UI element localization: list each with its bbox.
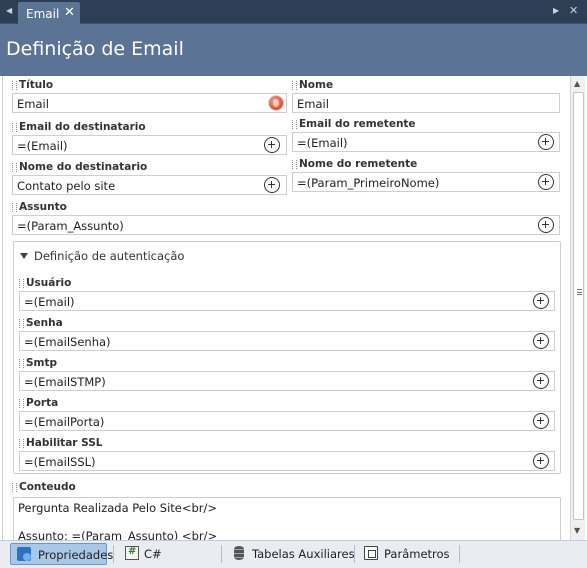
tab-separator <box>354 545 355 563</box>
nome-destinatario-value: Contato pelo site <box>17 179 116 193</box>
titulo-label: Título <box>11 79 53 91</box>
usuario-value: =(Email) <box>24 295 75 309</box>
tab-scroll-right-icon[interactable]: ▶ <box>553 6 559 15</box>
scrollbar-thumb[interactable] <box>573 92 584 520</box>
usuario-label: Usuário <box>18 277 71 289</box>
add-expression-icon[interactable] <box>533 413 549 429</box>
add-expression-icon[interactable] <box>264 137 280 153</box>
smtp-label: Smtp <box>18 357 57 369</box>
tab-separator <box>459 545 460 563</box>
database-icon <box>232 546 246 560</box>
tab-propriedades[interactable]: Propriedades <box>10 543 113 565</box>
scrollbar-grip-icon <box>577 289 582 295</box>
smtp-value: =(EmailSTMP) <box>24 375 106 389</box>
email-remetente-value: =(Email) <box>297 136 348 150</box>
tab-email-label: Email <box>26 7 60 21</box>
senha-label: Senha <box>18 317 63 329</box>
add-expression-icon[interactable] <box>264 177 280 193</box>
add-expression-icon[interactable] <box>538 217 554 233</box>
authentication-group-toggle[interactable]: Definição de autenticação <box>20 249 184 263</box>
close-window-icon[interactable]: ✕ <box>569 4 578 17</box>
page-header: Definição de Email <box>0 24 587 76</box>
bottom-tab-bar: Propriedades C# Tabelas Auxiliares Parâm… <box>0 540 587 568</box>
porta-value: =(EmailPorta) <box>24 415 105 429</box>
add-expression-icon[interactable] <box>538 134 554 150</box>
collapse-triangle-icon <box>20 253 28 259</box>
email-destinatario-field[interactable]: =(Email) <box>12 135 287 155</box>
assunto-value: =(Param_Assunto) <box>17 219 124 233</box>
nome-remetente-value: =(Param_PrimeiroNome) <box>297 176 440 190</box>
csharp-file-icon <box>125 546 139 560</box>
nome-remetente-field[interactable]: =(Param_PrimeiroNome) <box>292 172 560 192</box>
usuario-field[interactable]: =(Email) <box>19 291 555 311</box>
email-destinatario-value: =(Email) <box>17 139 68 153</box>
tab-parametros[interactable]: Parâmetros <box>361 543 457 565</box>
vertical-scrollbar[interactable]: ▲ ▼ <box>570 76 585 540</box>
add-expression-icon[interactable] <box>533 453 549 469</box>
conteudo-label: Conteudo <box>11 481 76 493</box>
senha-value: =(EmailSenha) <box>24 335 111 349</box>
habilitar-ssl-field[interactable]: =(EmailSSL) <box>19 451 555 471</box>
assunto-field[interactable]: =(Param_Assunto) <box>12 215 560 235</box>
email-remetente-label: Email do remetente <box>291 118 416 130</box>
document-tab-strip: ◀ Email ✕ ▶ ✕ <box>0 0 587 24</box>
tab-tabelas-auxiliares-label: Tabelas Auxiliares <box>252 547 355 561</box>
nome-destinatario-label: Nome do destinatario <box>11 161 147 173</box>
properties-panel: Título Email Nome Email Email do destina… <box>2 76 570 540</box>
senha-field[interactable]: =(EmailSenha) <box>19 331 555 351</box>
habilitar-ssl-value: =(EmailSSL) <box>24 455 96 469</box>
email-remetente-field[interactable]: =(Email) <box>292 132 560 152</box>
habilitar-ssl-label: Habilitar SSL <box>18 437 102 449</box>
tab-scroll-left-icon[interactable]: ◀ <box>6 6 12 15</box>
conteudo-textarea[interactable]: Pergunta Realizada Pelo Site<br/> Assunt… <box>13 497 561 540</box>
page-title: Definição de Email <box>6 38 184 60</box>
nome-value: Email <box>297 97 329 111</box>
conteudo-line: Pergunta Realizada Pelo Site<br/> <box>18 501 218 515</box>
porta-field[interactable]: =(EmailPorta) <box>19 411 555 431</box>
nome-destinatario-field[interactable]: Contato pelo site <box>12 175 287 195</box>
tab-parametros-label: Parâmetros <box>384 547 450 561</box>
tab-tabelas-auxiliares[interactable]: Tabelas Auxiliares <box>228 543 355 565</box>
add-expression-icon[interactable] <box>533 373 549 389</box>
add-expression-icon[interactable] <box>538 174 554 190</box>
scroll-up-icon[interactable]: ▲ <box>574 79 580 88</box>
nome-label: Nome <box>291 79 333 91</box>
scroll-down-icon[interactable]: ▼ <box>574 526 580 535</box>
tab-separator <box>221 545 222 563</box>
globe-icon[interactable] <box>268 95 284 111</box>
add-expression-icon[interactable] <box>533 293 549 309</box>
tab-email[interactable]: Email ✕ <box>18 2 80 24</box>
parameters-icon <box>364 546 378 560</box>
tab-propriedades-label: Propriedades <box>38 548 114 562</box>
close-icon[interactable]: ✕ <box>64 5 75 20</box>
porta-label: Porta <box>18 397 58 409</box>
nome-remetente-label: Nome do remetente <box>291 158 417 170</box>
titulo-field[interactable]: Email <box>12 93 287 113</box>
titulo-value: Email <box>17 97 49 111</box>
authentication-group-title: Definição de autenticação <box>34 249 185 263</box>
add-expression-icon[interactable] <box>533 333 549 349</box>
smtp-field[interactable]: =(EmailSTMP) <box>19 371 555 391</box>
tab-csharp-label: C# <box>144 547 162 561</box>
properties-icon <box>17 547 31 561</box>
authentication-group: Definição de autenticação Usuário =(Emai… <box>13 241 561 474</box>
assunto-label: Assunto <box>11 201 67 213</box>
nome-field[interactable]: Email <box>292 93 560 113</box>
email-destinatario-label: Email do destinatario <box>11 121 146 133</box>
tab-csharp[interactable]: C# <box>120 543 220 565</box>
tab-separator <box>113 545 114 563</box>
conteudo-line: Assunto: =(Param_Assunto) <br/> <box>18 529 218 540</box>
